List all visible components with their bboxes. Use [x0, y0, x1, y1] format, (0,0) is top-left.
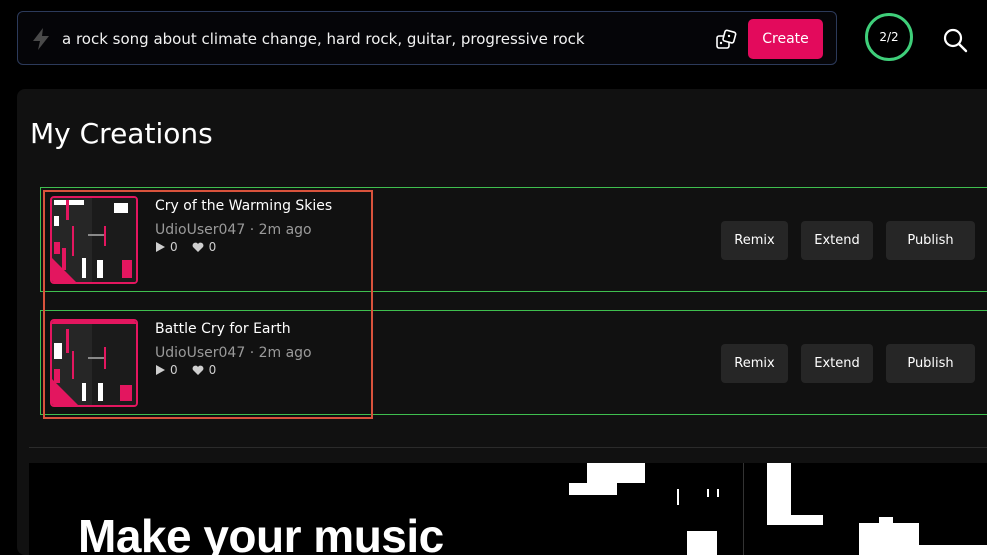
extend-button[interactable]: Extend — [801, 221, 873, 260]
publish-button[interactable]: Publish — [886, 221, 975, 260]
credits-counter[interactable]: 2/2 — [865, 13, 913, 61]
prompt-input[interactable]: a rock song about climate change, hard r… — [62, 30, 585, 48]
banner-headline: Make your music — [78, 510, 444, 555]
publish-button[interactable]: Publish — [886, 344, 975, 383]
dice-icon[interactable] — [715, 29, 737, 51]
banner-graphic — [569, 463, 987, 555]
page-title: My Creations — [30, 117, 213, 150]
remix-button[interactable]: Remix — [721, 344, 788, 383]
search-icon[interactable] — [942, 27, 968, 53]
extend-button[interactable]: Extend — [801, 344, 873, 383]
selection-outline — [43, 190, 373, 419]
create-button[interactable]: Create — [748, 19, 823, 59]
remix-button[interactable]: Remix — [721, 221, 788, 260]
promo-banner: Make your music — [29, 463, 987, 555]
prompt-bar[interactable]: a rock song about climate change, hard r… — [17, 11, 837, 65]
divider — [29, 447, 987, 448]
bolt-icon — [33, 28, 49, 50]
creations-panel: My Creations Cry of the Warming Skies Ud… — [17, 89, 987, 555]
